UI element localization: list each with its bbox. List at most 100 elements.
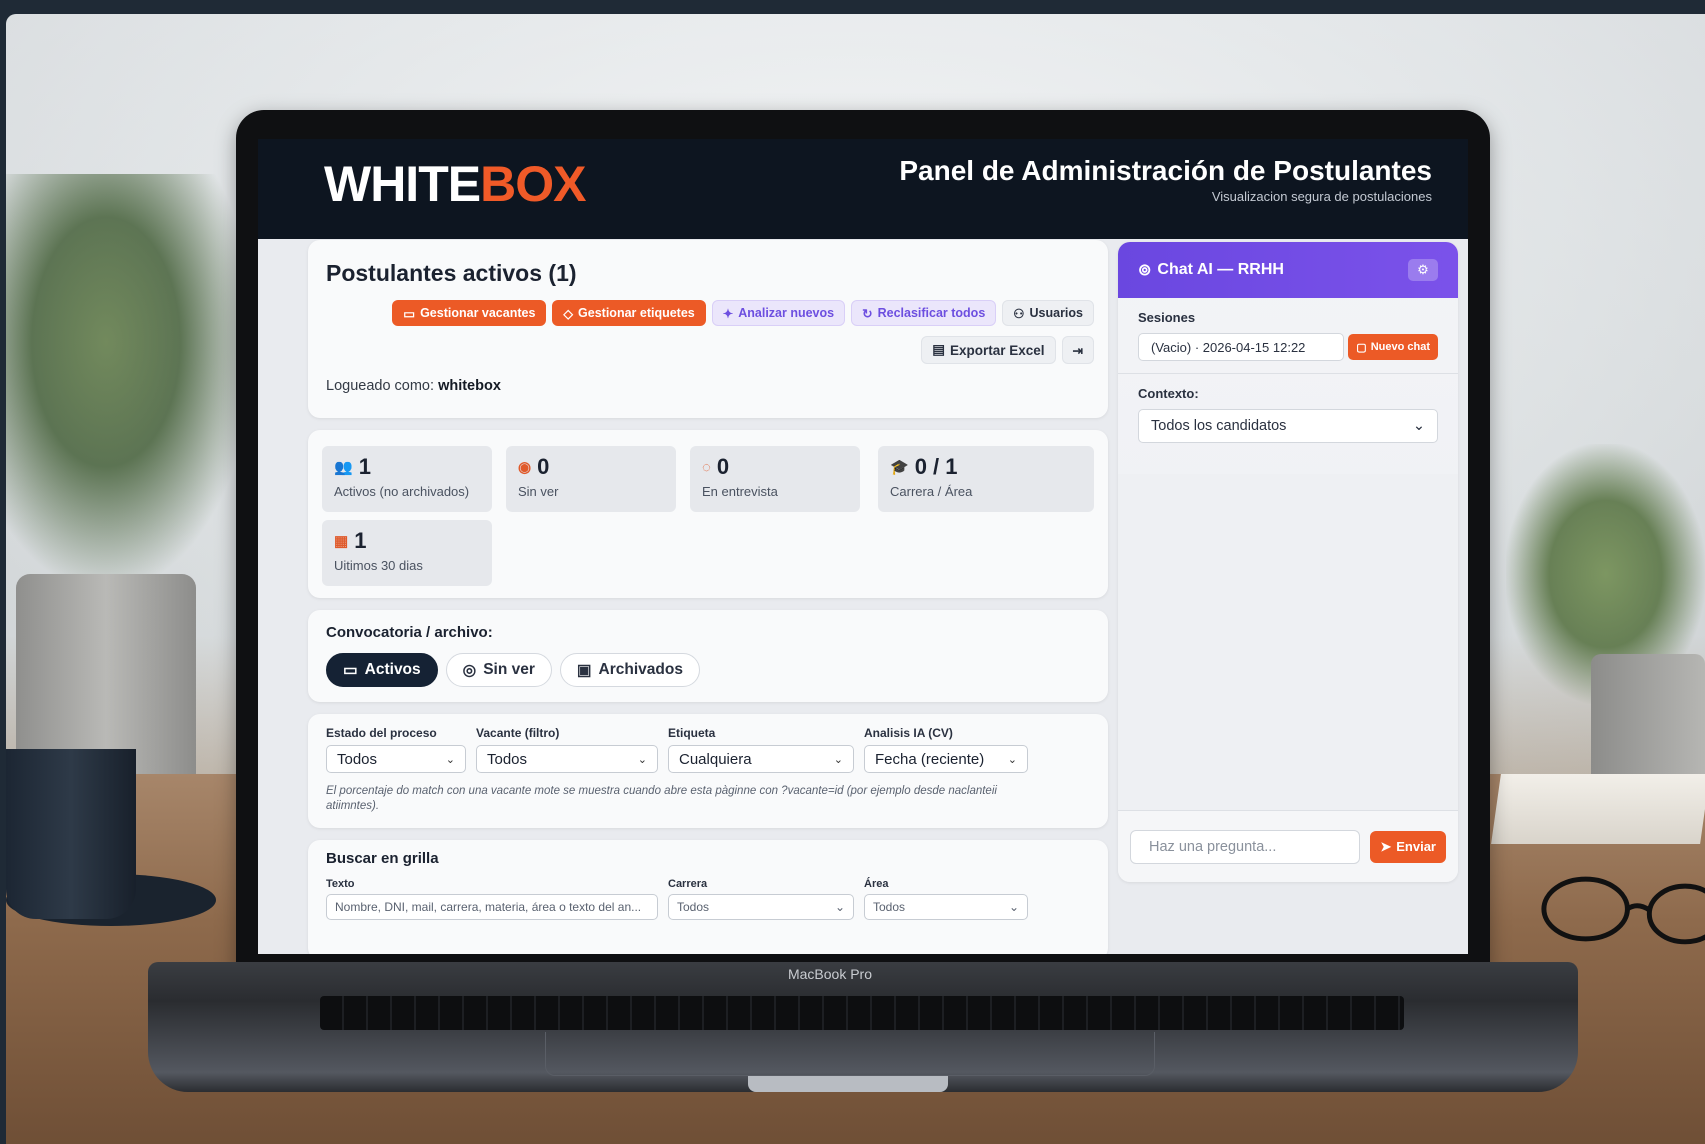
context-label: Contexto:: [1138, 386, 1199, 401]
header-title-block: Panel de Administración de Postulantes V…: [899, 155, 1432, 204]
context-select[interactable]: Todos los candidatos ⌄: [1138, 409, 1438, 443]
users-button[interactable]: ⚇ Usuarios: [1002, 300, 1094, 326]
chevron-down-icon: ⌄: [1412, 418, 1425, 434]
select-value: Cualquiera: [679, 750, 752, 768]
sessions-label: Sesiones: [1138, 310, 1196, 325]
refresh-icon: ↻: [862, 306, 873, 321]
export-row: ▤ Exportar Excel ⇥: [921, 336, 1094, 364]
new-chat-button[interactable]: ▢ Nuevo chat: [1348, 334, 1438, 360]
logo: WHITEBOX: [324, 155, 586, 213]
calendar-icon: ▦: [334, 533, 349, 550]
app-header: WHITEBOX Panel de Administración de Post…: [258, 139, 1468, 239]
coffee-cup: [6, 749, 136, 919]
chat-messages: [1118, 474, 1458, 810]
file-icon: ▤: [932, 342, 945, 357]
glasses-icon: [1541, 876, 1705, 945]
logout-button[interactable]: ⇥: [1061, 336, 1094, 364]
manage-tags-button[interactable]: ◇ Gestionar etiquetes: [552, 300, 706, 326]
logged-label: Logueado como:: [326, 378, 435, 394]
chat-footer: Haz una pregunta... ➤ Enviar: [1118, 810, 1458, 882]
filter-label: Vacante (filtro): [476, 726, 560, 740]
eye-off-icon: ◉: [518, 459, 532, 476]
plant-left: [6, 174, 256, 594]
sessions-row: (Vacio) · 2026-04-15 12:22 ▢ Nuevo chat: [1138, 333, 1438, 361]
stat-value: 1: [358, 454, 371, 479]
stat-value: 1: [354, 528, 367, 553]
sessions-section: Sesiones (Vacio) · 2026-04-15 12:22 ▢ Nu…: [1118, 298, 1458, 361]
main-content: Postulantes activos (1) ▭ Gestionar vaca…: [308, 240, 1458, 954]
graduation-cap-icon: 🎓: [890, 459, 909, 476]
career-select[interactable]: Todos ⌄: [668, 894, 854, 920]
bot-icon: ⊚: [1138, 262, 1152, 279]
tab-archivados[interactable]: ▣ Archivados: [559, 653, 700, 687]
logged-user: whitebox: [438, 378, 501, 394]
stats-card: 👥 1 Activos (no archivados) ◉ 0 Sin ver ◌ 0…: [308, 430, 1108, 598]
filters-card: Estado del proceso Todos ⌄ Vacante (filtr…: [308, 714, 1108, 828]
select-value: Todos: [873, 900, 906, 914]
notebook: [1491, 774, 1705, 844]
archive-title: Convocatoria / archivo:: [326, 624, 493, 641]
filter-label: Estado del proceso: [326, 726, 437, 740]
chevron-down-icon: ⌄: [637, 753, 647, 766]
session-select[interactable]: (Vacio) · 2026-04-15 12:22: [1138, 333, 1345, 361]
area-select[interactable]: Todos ⌄: [864, 894, 1028, 920]
context-section: Contexto: Todos los candidatos ⌄: [1118, 374, 1458, 443]
briefcase-icon: ▭: [403, 306, 416, 321]
users-icon: 👥: [334, 459, 353, 476]
keyboard: [320, 996, 1404, 1030]
match-note: El porcentaje do match con una vacante m…: [326, 785, 997, 812]
page-subtitle: Visualizacion segura de postulaciones: [1211, 189, 1432, 204]
tab-label: Archivados: [598, 661, 683, 678]
search-label: Carrera: [668, 878, 708, 890]
select-value: Fecha (reciente): [875, 750, 985, 768]
logout-icon: ⇥: [1072, 343, 1083, 358]
search-label: Texto: [326, 878, 355, 890]
session-value: (Vacio) · 2026-04-15 12:22: [1151, 339, 1306, 355]
search-career-group: Carrera Todos ⌄: [668, 878, 854, 920]
manage-vacancies-label: Gestionar vacantes: [420, 306, 536, 320]
logged-in-info: Logueado como: whitebox: [326, 378, 501, 394]
reclassify-button[interactable]: ↻ Reclasificar todos: [851, 300, 997, 326]
eye-off-icon: ◎: [462, 661, 477, 679]
stat-active: 👥 1 Activos (no archivados): [322, 446, 492, 512]
tab-label: Activos: [364, 661, 421, 678]
tag-icon: ◇: [563, 306, 574, 321]
tab-activos[interactable]: ▭ Activos: [326, 653, 438, 687]
manage-vacancies-button[interactable]: ▭ Gestionar vacantes: [392, 300, 547, 326]
archive-card: Convocatoria / archivo: ▭ Activos ◎ Sin …: [308, 610, 1108, 702]
applicants-card: Postulantes activos (1) ▭ Gestionar vaca…: [308, 240, 1108, 418]
analyze-new-button[interactable]: ✦ Analizar nuevos: [711, 300, 846, 326]
lid-notch: [748, 1076, 948, 1092]
stat-label: Uitimos 30 dias: [334, 558, 423, 573]
analisis-select[interactable]: Fecha (reciente) ⌄: [864, 745, 1028, 773]
chat-title: Chat AI — RRHH: [1157, 261, 1284, 278]
export-excel-button[interactable]: ▤ Exportar Excel: [921, 336, 1056, 364]
chat-placeholder: Haz una pregunta...: [1149, 838, 1277, 855]
filter-label: Etiqueta: [668, 726, 716, 740]
search-text-group: Texto Nombre, DNI, mail, carrera, materi…: [326, 878, 658, 920]
export-excel-label: Exportar Excel: [949, 342, 1045, 358]
filter-estado: Estado del proceso Todos ⌄: [326, 726, 466, 773]
chat-input[interactable]: Haz una pregunta...: [1130, 829, 1361, 864]
search-input[interactable]: Nombre, DNI, mail, carrera, materia, áre…: [326, 894, 658, 920]
stat-last-30: ▦ 1 Uitimos 30 dias: [322, 520, 492, 586]
chat-panel: ⊚ Chat AI — RRHH ⚙ Sesiones (Vacio) · 202…: [1118, 242, 1458, 882]
search-label: Área: [864, 878, 889, 890]
tab-sin-ver[interactable]: ◎ Sin ver: [445, 653, 552, 687]
vacante-select[interactable]: Todos ⌄: [476, 745, 658, 773]
archive-icon: ▣: [576, 661, 592, 679]
manage-tags-label: Gestionar etiquetes: [578, 306, 695, 320]
filter-etiqueta: Etiqueta Cualquiera ⌄: [668, 726, 854, 773]
laptop-screen: WHITEBOX Panel de Administración de Post…: [258, 139, 1468, 954]
stat-value: 0 / 1: [914, 454, 958, 479]
estado-select[interactable]: Todos ⌄: [326, 745, 466, 773]
stat-unseen: ◉ 0 Sin ver: [506, 446, 676, 512]
select-value: Todos: [487, 750, 528, 768]
stat-interview: ◌ 0 En entrevista: [690, 446, 860, 512]
users-label: Usuarios: [1029, 306, 1084, 320]
settings-icon[interactable]: ⚙: [1408, 259, 1438, 281]
users-icon: ⚇: [1013, 306, 1025, 321]
send-button[interactable]: ➤ Enviar: [1370, 830, 1446, 863]
etiqueta-select[interactable]: Cualquiera ⌄: [668, 745, 854, 773]
stat-label: En entrevista: [702, 484, 778, 499]
